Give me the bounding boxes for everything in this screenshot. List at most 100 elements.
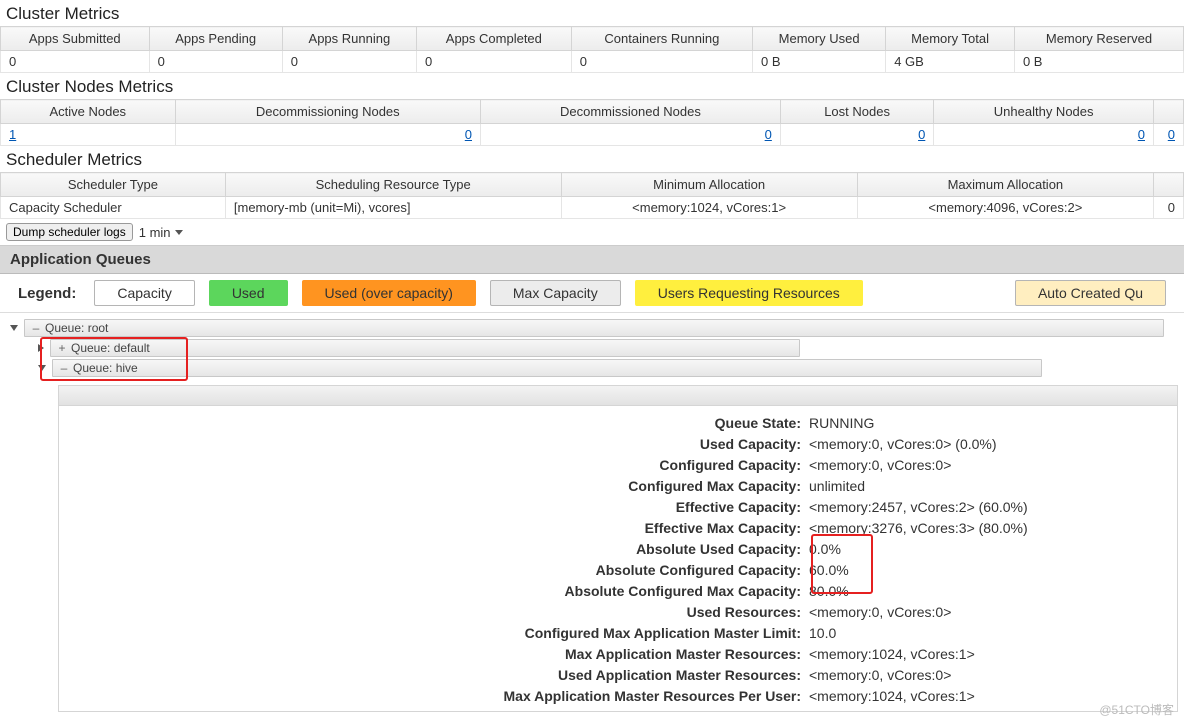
- val-scheduler-type: Capacity Scheduler: [1, 197, 226, 219]
- detail-row: Max Application Master Resources:<memory…: [69, 644, 1167, 664]
- dump-row: Dump scheduler logs 1 min: [0, 219, 1184, 246]
- col-memory-reserved[interactable]: Memory Reserved: [1014, 27, 1183, 51]
- col-apps-completed[interactable]: Apps Completed: [416, 27, 571, 51]
- detail-key: Queue State:: [69, 413, 809, 433]
- detail-row: Effective Capacity:<memory:2457, vCores:…: [69, 497, 1167, 517]
- col-apps-pending[interactable]: Apps Pending: [149, 27, 282, 51]
- queue-details-header: [59, 386, 1177, 406]
- extra-link[interactable]: 0: [1168, 127, 1175, 142]
- val-decommissioned[interactable]: 0: [481, 124, 781, 146]
- col-unhealthy-nodes[interactable]: Unhealthy Nodes: [934, 100, 1154, 124]
- application-queues-header: Application Queues: [0, 246, 1184, 274]
- col-sched-extra[interactable]: [1154, 173, 1184, 197]
- col-decommissioning[interactable]: Decommissioning Nodes: [175, 100, 480, 124]
- detail-value: unlimited: [809, 476, 1167, 496]
- decommissioned-link[interactable]: 0: [765, 127, 772, 142]
- section-title-nodes: Cluster Nodes Metrics: [0, 73, 1184, 99]
- section-title-scheduler: Scheduler Metrics: [0, 146, 1184, 172]
- detail-row: Absolute Configured Capacity:60.0%: [69, 560, 1167, 580]
- val-scheduling-resource: [memory-mb (unit=Mi), vcores]: [225, 197, 561, 219]
- detail-value: 0.0%: [809, 539, 1167, 559]
- detail-value: <memory:0, vCores:0> (0.0%): [809, 434, 1167, 454]
- val-apps-completed: 0: [416, 51, 571, 73]
- dump-period-select[interactable]: 1 min: [139, 225, 183, 240]
- detail-row: Queue State:RUNNING: [69, 413, 1167, 433]
- val-apps-submitted: 0: [1, 51, 150, 73]
- col-apps-submitted[interactable]: Apps Submitted: [1, 27, 150, 51]
- val-apps-pending: 0: [149, 51, 282, 73]
- detail-key: Effective Max Capacity:: [69, 518, 809, 538]
- queue-root-bar[interactable]: – Queue: root: [24, 319, 1164, 337]
- col-memory-used[interactable]: Memory Used: [753, 27, 886, 51]
- unhealthy-link[interactable]: 0: [1138, 127, 1145, 142]
- col-max-allocation[interactable]: Maximum Allocation: [857, 173, 1153, 197]
- detail-row: Used Resources:<memory:0, vCores:0>: [69, 602, 1167, 622]
- val-unhealthy-nodes[interactable]: 0: [934, 124, 1154, 146]
- detail-value: <memory:0, vCores:0>: [809, 602, 1167, 622]
- expand-icon[interactable]: [38, 344, 44, 352]
- val-memory-reserved: 0 B: [1014, 51, 1183, 73]
- detail-row: Used Capacity:<memory:0, vCores:0> (0.0%…: [69, 434, 1167, 454]
- watermark: @51CTO博客: [1099, 701, 1174, 718]
- detail-key: Configured Capacity:: [69, 455, 809, 475]
- legend-auto-created: Auto Created Qu: [1015, 280, 1166, 306]
- legend-label: Legend:: [18, 285, 76, 302]
- legend-used-over: Used (over capacity): [302, 280, 476, 306]
- queue-root-label: Queue: root: [45, 321, 108, 335]
- queue-default-row[interactable]: + Queue: default: [38, 339, 1178, 357]
- detail-row: Used Application Master Resources:<memor…: [69, 665, 1167, 685]
- val-min-allocation: <memory:1024, vCores:1>: [561, 197, 857, 219]
- queue-hive-label: Queue: hive: [73, 361, 138, 375]
- val-apps-running: 0: [282, 51, 416, 73]
- detail-key: Absolute Configured Capacity:: [69, 560, 809, 580]
- detail-row: Configured Max Capacity:unlimited: [69, 476, 1167, 496]
- detail-row: Configured Max Application Master Limit:…: [69, 623, 1167, 643]
- lost-nodes-link[interactable]: 0: [918, 127, 925, 142]
- collapse-icon[interactable]: [10, 325, 18, 331]
- detail-value: <memory:0, vCores:0>: [809, 455, 1167, 475]
- detail-key: Used Capacity:: [69, 434, 809, 454]
- val-memory-total: 4 GB: [886, 51, 1015, 73]
- queue-default-bar[interactable]: + Queue: default: [50, 339, 800, 357]
- detail-key: Configured Max Capacity:: [69, 476, 809, 496]
- detail-row: Configured Capacity:<memory:0, vCores:0>: [69, 455, 1167, 475]
- col-min-allocation[interactable]: Minimum Allocation: [561, 173, 857, 197]
- legend-users-requesting: Users Requesting Resources: [635, 280, 863, 306]
- col-decommissioned[interactable]: Decommissioned Nodes: [481, 100, 781, 124]
- col-extra[interactable]: [1154, 100, 1184, 124]
- collapse-icon[interactable]: [38, 365, 46, 371]
- section-title-cluster: Cluster Metrics: [0, 0, 1184, 26]
- col-memory-total[interactable]: Memory Total: [886, 27, 1015, 51]
- val-lost-nodes[interactable]: 0: [780, 124, 933, 146]
- queue-default-label: Queue: default: [71, 341, 150, 355]
- active-nodes-link[interactable]: 1: [9, 127, 16, 142]
- col-active-nodes[interactable]: Active Nodes: [1, 100, 176, 124]
- detail-row: Absolute Configured Max Capacity:80.0%: [69, 581, 1167, 601]
- col-scheduler-type[interactable]: Scheduler Type: [1, 173, 226, 197]
- col-scheduling-resource[interactable]: Scheduling Resource Type: [225, 173, 561, 197]
- detail-key: Max Application Master Resources Per Use…: [69, 686, 809, 706]
- decommissioning-link[interactable]: 0: [465, 127, 472, 142]
- val-active-nodes[interactable]: 1: [1, 124, 176, 146]
- detail-value: RUNNING: [809, 413, 1167, 433]
- detail-key: Max Application Master Resources:: [69, 644, 809, 664]
- val-memory-used: 0 B: [753, 51, 886, 73]
- minus-icon: –: [31, 321, 41, 335]
- col-apps-running[interactable]: Apps Running: [282, 27, 416, 51]
- queue-root-row[interactable]: – Queue: root: [10, 319, 1178, 337]
- detail-key: Used Resources:: [69, 602, 809, 622]
- legend-capacity: Capacity: [94, 280, 194, 306]
- dump-period-value: 1 min: [139, 225, 171, 240]
- queue-hive-row[interactable]: – Queue: hive: [38, 359, 1178, 377]
- col-containers-running[interactable]: Containers Running: [571, 27, 752, 51]
- detail-value: <memory:1024, vCores:1>: [809, 644, 1167, 664]
- queue-hive-bar[interactable]: – Queue: hive: [52, 359, 1042, 377]
- val-decommissioning[interactable]: 0: [175, 124, 480, 146]
- col-lost-nodes[interactable]: Lost Nodes: [780, 100, 933, 124]
- dump-scheduler-logs-button[interactable]: Dump scheduler logs: [6, 223, 133, 241]
- detail-row: Absolute Used Capacity:0.0%: [69, 539, 1167, 559]
- queue-details-panel: Queue State:RUNNINGUsed Capacity:<memory…: [58, 385, 1178, 712]
- detail-value: <memory:0, vCores:0>: [809, 665, 1167, 685]
- val-extra[interactable]: 0: [1154, 124, 1184, 146]
- minus-icon: –: [59, 361, 69, 375]
